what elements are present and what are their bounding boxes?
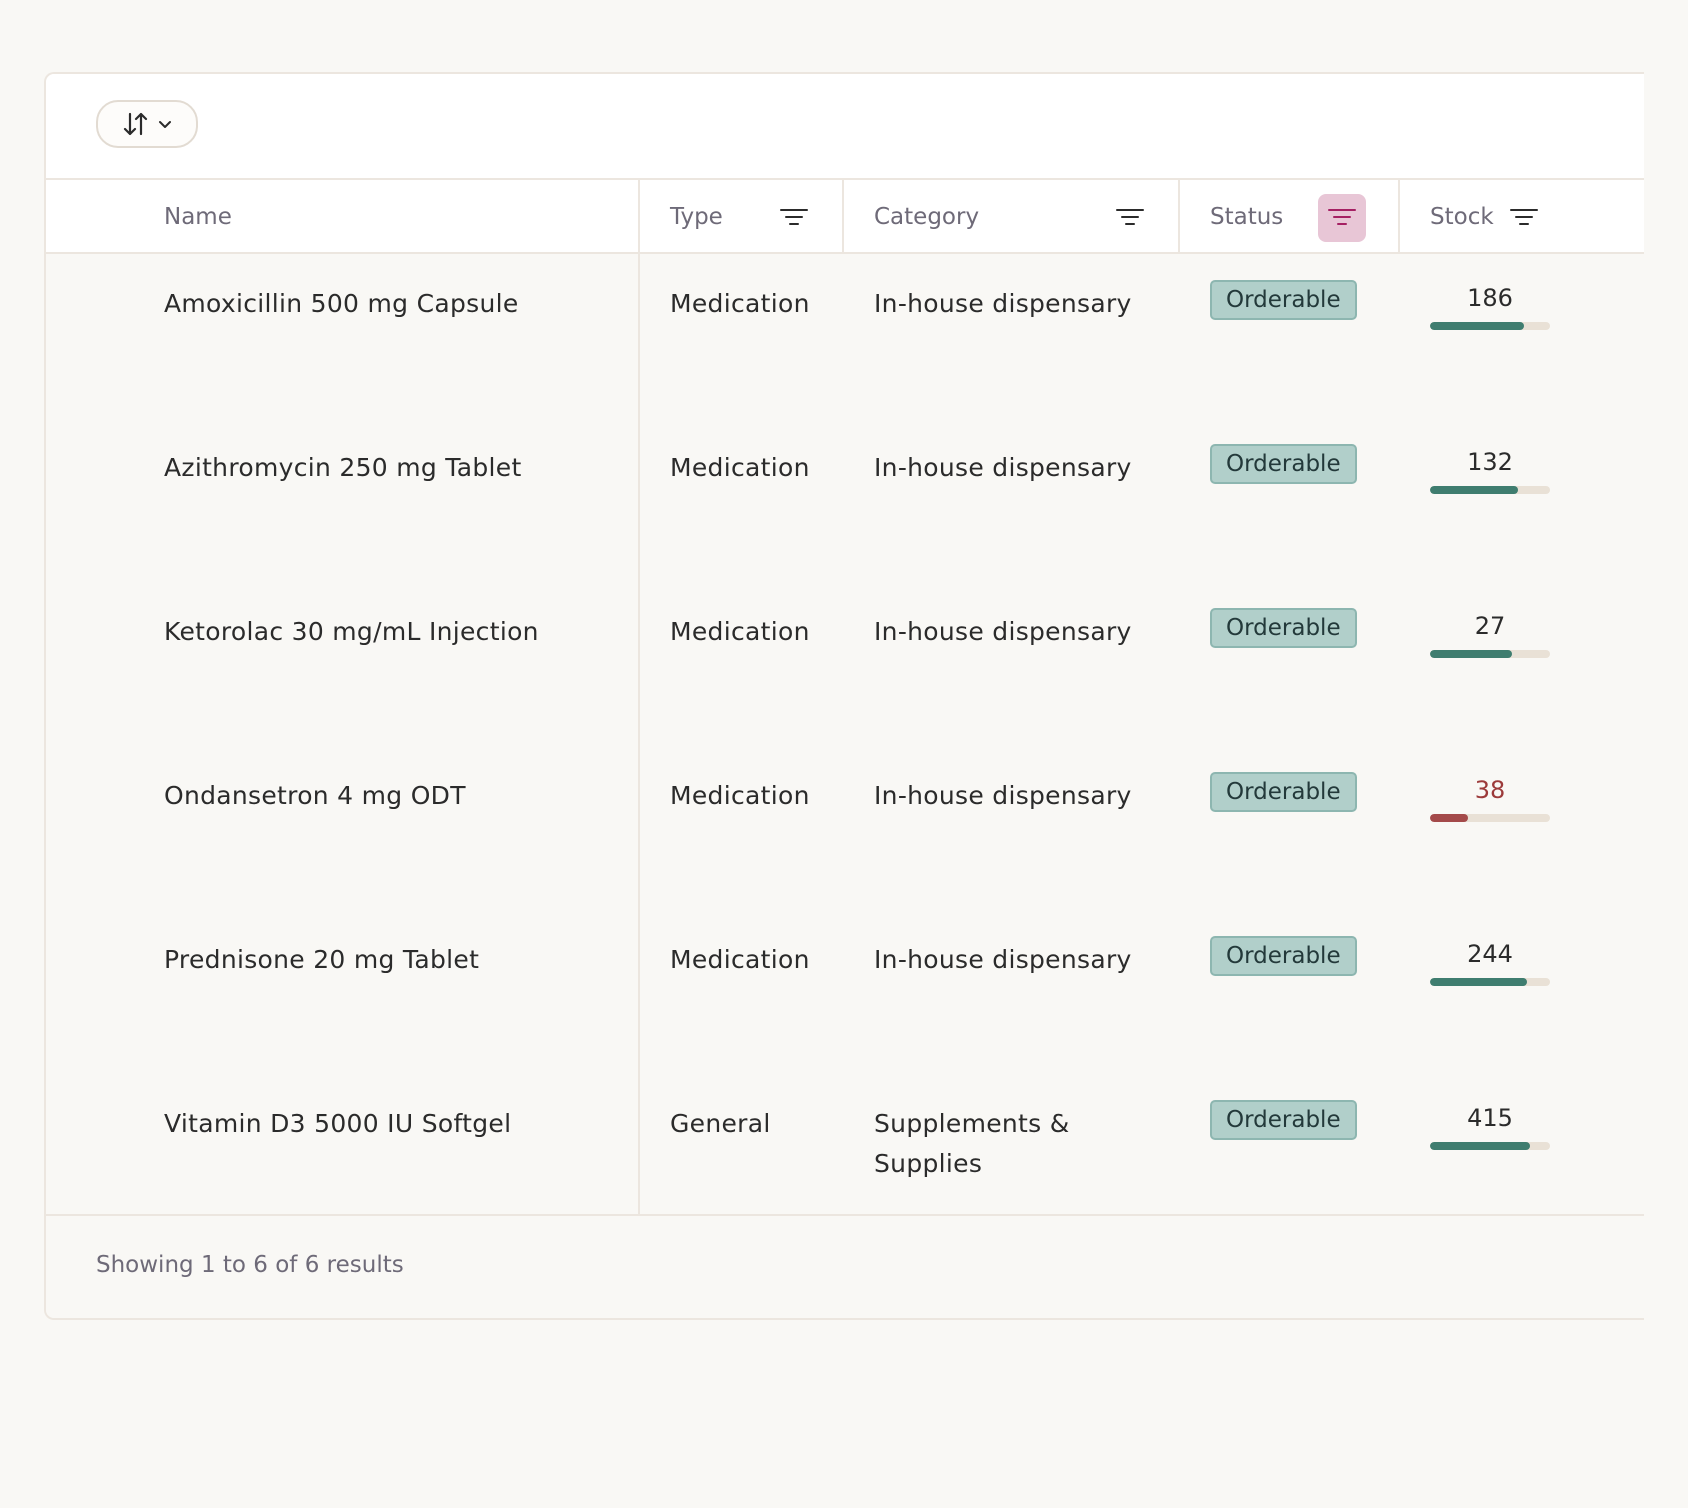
item-category: In-house dispensary [874,945,1132,974]
item-category: In-house dispensary [874,781,1132,810]
stock-count: 27 [1474,612,1506,640]
item-name: Ondansetron 4 mg ODT [164,781,466,810]
stock-level-bar [1430,322,1550,330]
column-divider [1398,180,1400,254]
table-row[interactable]: Prednisone 20 mg Tablet Medication In-hous… [46,910,1644,1074]
item-category: Supplements & Supplies [874,1109,1070,1178]
stock-level-fill [1430,322,1524,330]
column-header-label: Name [164,204,232,230]
sort-button[interactable] [96,100,198,148]
item-type: Medication [670,453,810,482]
item-name: Vitamin D3 5000 IU Softgel [164,1109,512,1138]
table-row[interactable]: Ondansetron 4 mg ODT Medication In-house d… [46,746,1644,910]
column-divider [842,180,844,254]
table-footer: Showing 1 to 6 of 6 results [46,1214,1644,1318]
status-badge: Orderable [1210,772,1357,812]
filter-icon [1328,209,1356,225]
stock-level-fill [1430,1142,1530,1150]
sort-arrows-icon [123,112,148,136]
filter-icon [1510,209,1538,225]
stock-level-bar [1430,978,1550,986]
item-category: In-house dispensary [874,617,1132,646]
table-row[interactable]: Ketorolac 30 mg/mL Injection Medication In… [46,582,1644,746]
filter-icon [1116,209,1144,225]
stock-level-fill [1430,814,1469,822]
column-header-label: Status [1210,204,1284,230]
inventory-table-card: Name Type Category Status Stock Amoxicil… [44,72,1644,1320]
column-header-name[interactable]: Name [46,180,638,252]
stock-count: 132 [1467,448,1513,476]
type-filter-button[interactable] [770,194,818,242]
item-name: Prednisone 20 mg Tablet [164,945,480,974]
stock-level-bar [1430,1142,1550,1150]
column-header-type[interactable]: Type [640,180,844,252]
item-name: Azithromycin 250 mg Tablet [164,453,522,482]
stock-count: 244 [1467,940,1513,968]
stock-level-bar [1430,814,1550,822]
table-header-row: Name Type Category Status Stock [46,180,1644,254]
category-filter-button[interactable] [1106,194,1154,242]
status-badge: Orderable [1210,936,1357,976]
item-name: Amoxicillin 500 mg Capsule [164,289,519,318]
status-badge: Orderable [1210,280,1357,320]
chevron-down-icon [159,121,171,128]
column-header-label: Category [874,204,980,230]
filter-icon [780,209,808,225]
item-type: Medication [670,289,810,318]
item-category: In-house dispensary [874,289,1132,318]
status-badge: Orderable [1210,608,1357,648]
stock-level-fill [1430,650,1512,658]
stock-level-bar [1430,486,1550,494]
item-type: General [670,1109,771,1138]
stock-count: 38 [1474,776,1506,804]
status-filter-button[interactable] [1318,194,1366,242]
item-type: Medication [670,781,810,810]
stock-level-fill [1430,978,1528,986]
column-header-category[interactable]: Category [844,180,1178,252]
item-type: Medication [670,617,810,646]
stock-filter-button[interactable] [1500,194,1548,242]
stock-level-bar [1430,650,1550,658]
column-header-label: Stock [1430,204,1494,230]
item-name: Ketorolac 30 mg/mL Injection [164,617,539,646]
status-badge: Orderable [1210,1100,1357,1140]
table-toolbar [46,74,1644,180]
item-category: In-house dispensary [874,453,1132,482]
column-header-label: Type [670,204,723,230]
table-row[interactable]: Amoxicillin 500 mg Capsule Medication In-h… [46,254,1644,418]
stock-count: 415 [1467,1104,1513,1132]
column-header-status[interactable]: Status [1180,180,1398,252]
status-badge: Orderable [1210,444,1357,484]
stock-count: 186 [1467,284,1513,312]
column-divider [1178,180,1180,254]
column-header-stock[interactable]: Stock [1400,180,1644,252]
results-summary: Showing 1 to 6 of 6 results [96,1252,404,1278]
table-row[interactable]: Azithromycin 250 mg Tablet Medication In-h… [46,418,1644,582]
stock-level-fill [1430,486,1518,494]
item-type: Medication [670,945,810,974]
